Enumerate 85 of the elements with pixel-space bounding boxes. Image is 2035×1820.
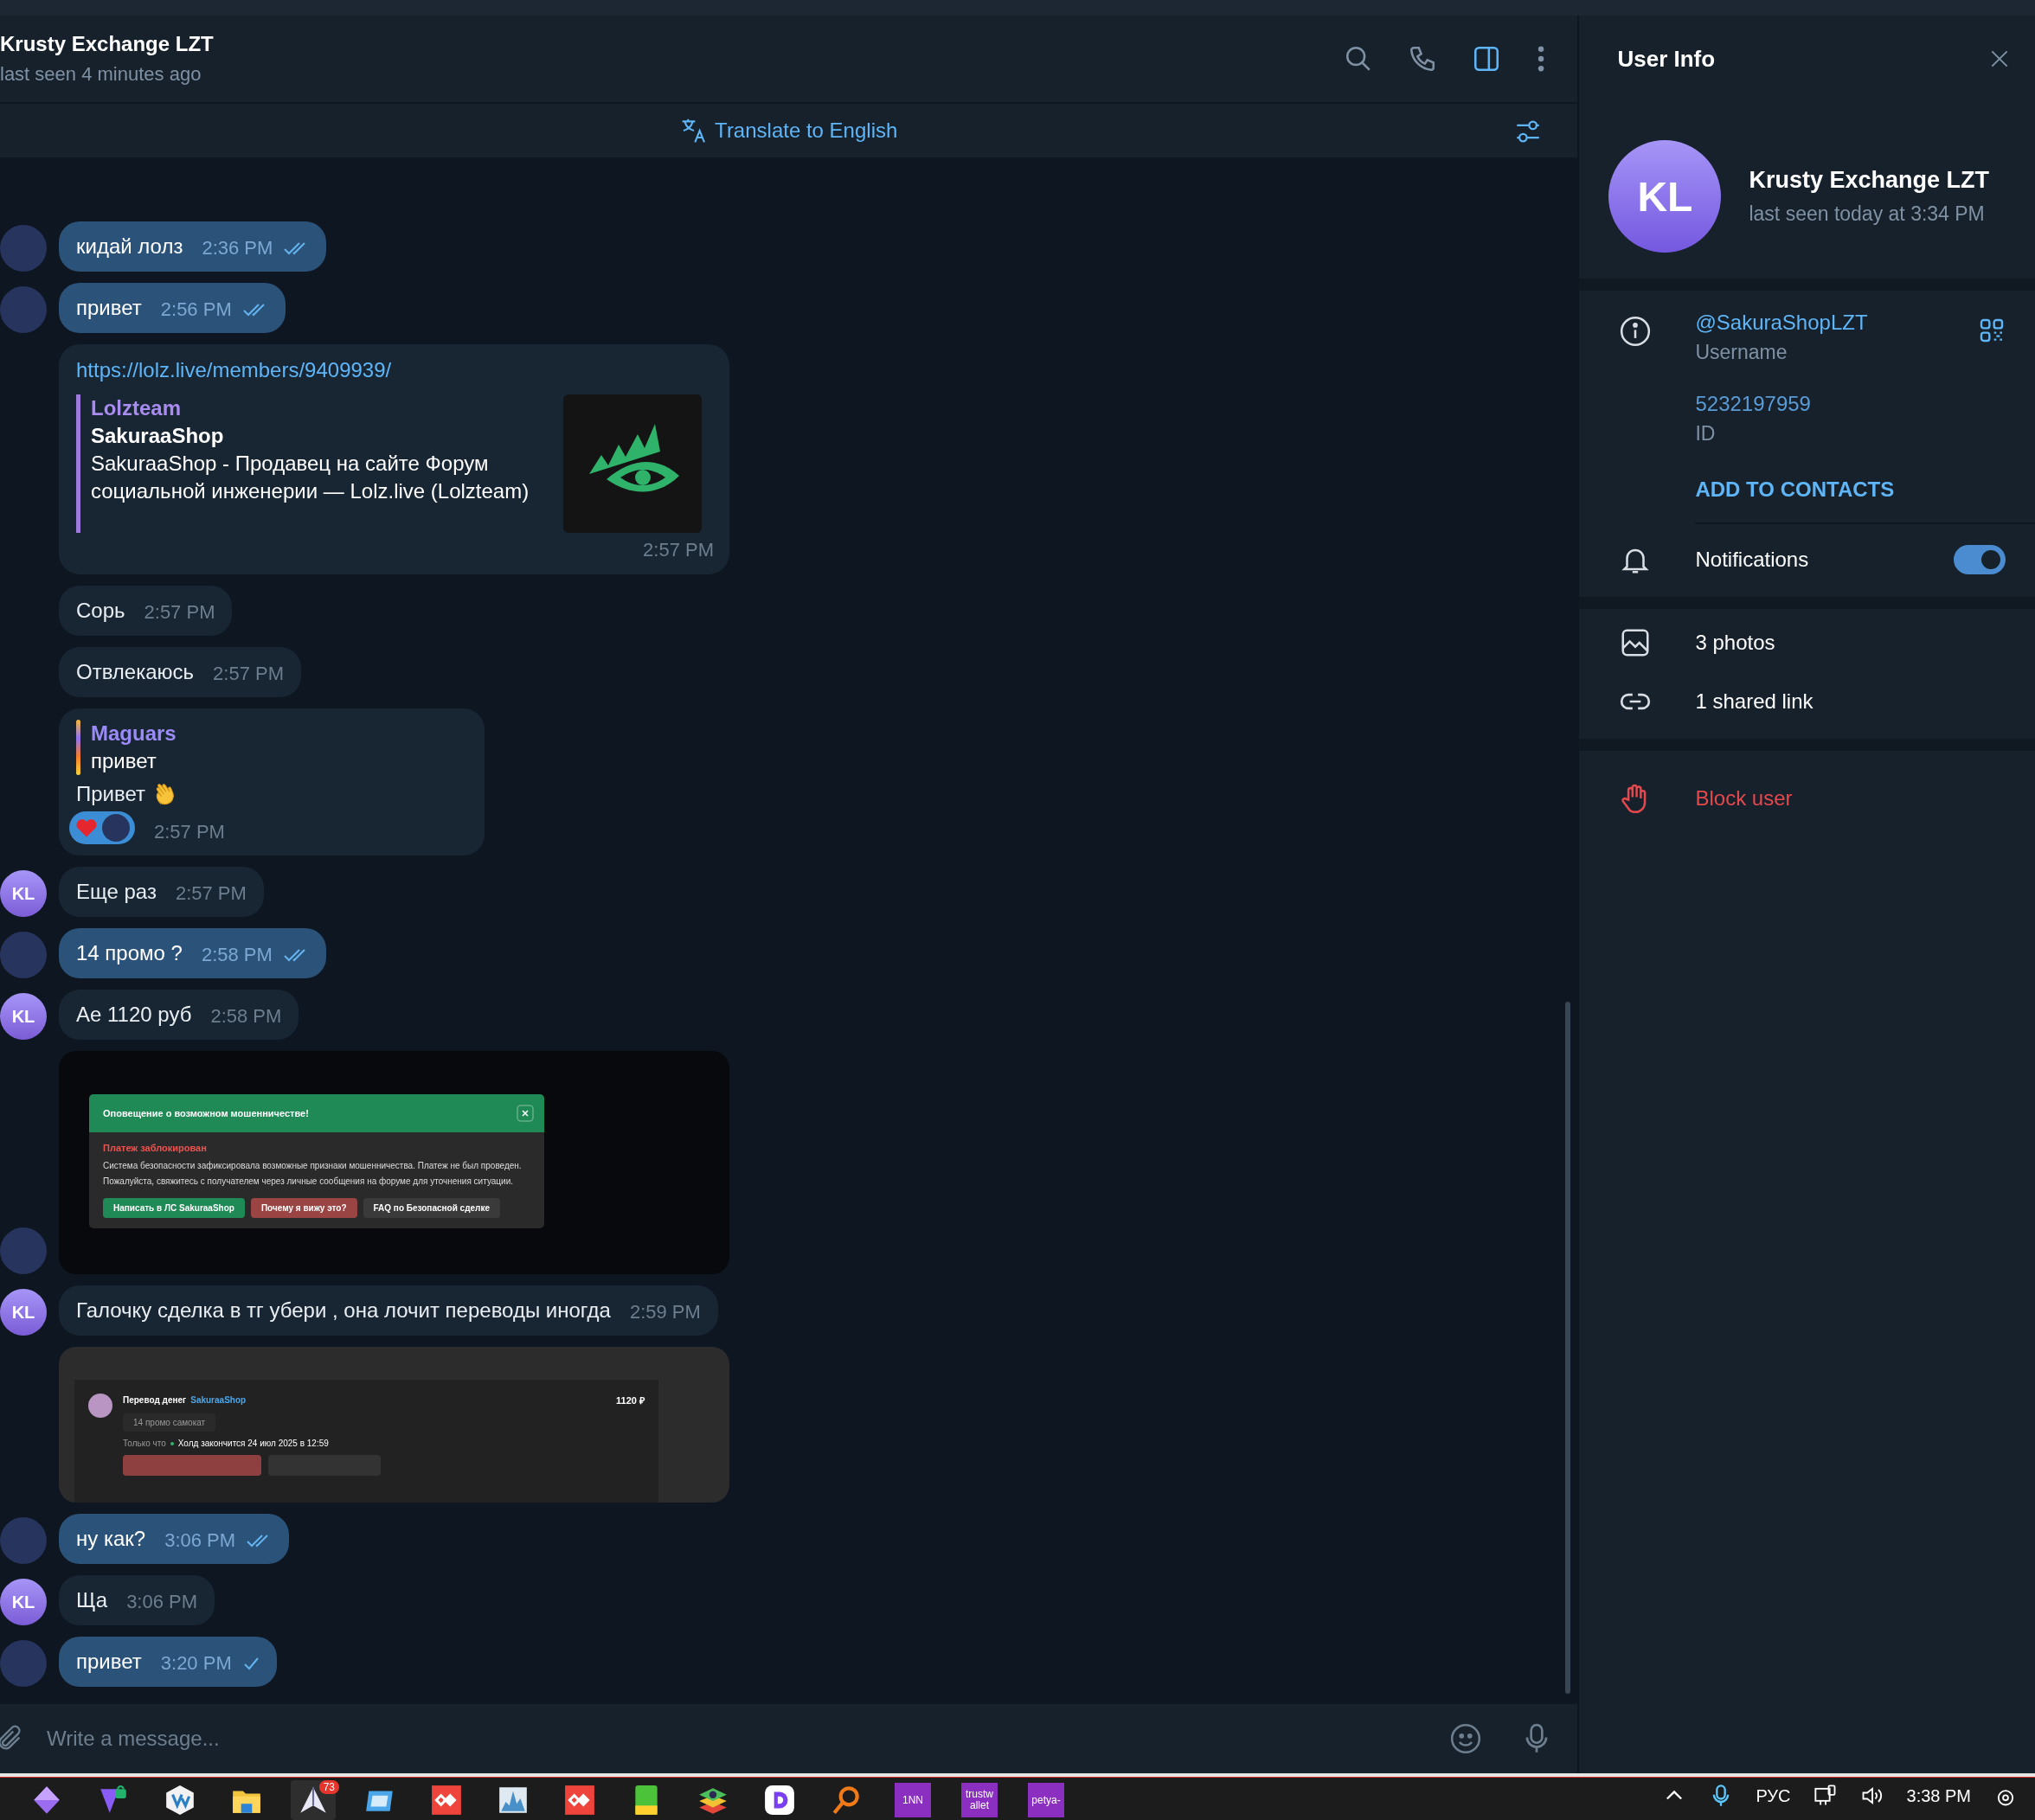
- username-link[interactable]: @SakuraShopLZT: [1695, 308, 1978, 337]
- alert-heading: Платеж заблокирован: [103, 1143, 208, 1153]
- message-composer[interactable]: Write a message...: [0, 1704, 1578, 1773]
- diamond-arrows-icon: [563, 1784, 596, 1817]
- message-time: 2:58 PM: [210, 1004, 282, 1029]
- notifications-toggle[interactable]: [1954, 545, 2006, 574]
- network-icon[interactable]: [1813, 1784, 1838, 1808]
- alert-title: Оповещение о возможном мошенничестве!: [103, 1108, 309, 1118]
- panel-title: User Info: [1617, 45, 1716, 73]
- message-text: Галочку сделка в тг убери , она лочит переводы иногда: [76, 1298, 611, 1323]
- message-time: 2:36 PM: [202, 236, 273, 260]
- add-to-contacts-button[interactable]: ADD TO CONTACTS: [1695, 477, 1978, 502]
- user-id[interactable]: 5232197959: [1695, 389, 1978, 419]
- message-time: 3:20 PM: [160, 1651, 232, 1676]
- message-time: 2:57 PM: [175, 881, 247, 906]
- message-time: 2:57 PM: [154, 820, 225, 844]
- screenshot-image[interactable]: [59, 1051, 729, 1274]
- notifications-label: Notifications: [1695, 548, 1810, 572]
- translate-button[interactable]: Translate to English: [680, 117, 898, 144]
- shared-media-item[interactable]: 1 shared link: [1695, 689, 1814, 714]
- scrollbar[interactable]: [1565, 1002, 1571, 1694]
- preview-title: SakuraaShop: [91, 423, 225, 449]
- message-text: ну как?: [76, 1526, 146, 1552]
- transfer-label: Перевод денег: [123, 1395, 187, 1405]
- message-text: кидай лолз: [76, 234, 183, 260]
- message-time: 2:56 PM: [160, 298, 232, 322]
- reaction-pill[interactable]: [69, 811, 135, 844]
- preview-site-name: Lolzteam: [91, 395, 182, 421]
- message-text: Еще раз: [76, 879, 157, 905]
- alert-text: Система безопасности зафиксировала возможные признаки мошенничества. Платеж не был проведен. Пожалуйста, свяжитесь с получателем через личные сообщения на форуме для уточнения ситуации.: [103, 1160, 523, 1188]
- dialog-button: FAQ по Безопасной сделке: [363, 1198, 500, 1218]
- contact-avatar: KL: [1608, 140, 1722, 253]
- diamond-arrows-icon: [430, 1784, 463, 1817]
- contact-status: last seen today at 3:34 PM: [1749, 202, 1986, 226]
- reply-author: Maguars: [91, 721, 177, 747]
- message-text: 14 промо ?: [76, 940, 183, 966]
- avatar-placeholder: [88, 1394, 112, 1418]
- transfer-tag: 14 промо самокат: [123, 1413, 216, 1432]
- transfer-amount: 1120 ₽: [616, 1394, 645, 1407]
- username-label: Username: [1695, 340, 1788, 365]
- hold-text: Холд закончится 24 июл 2025 в 12:59: [177, 1439, 329, 1448]
- contact-avatar: KL: [0, 993, 47, 1040]
- id-label: ID: [1695, 421, 1717, 446]
- message-text: Ае 1120 руб: [76, 1002, 192, 1028]
- message-link[interactable]: https://lolz.live/members/9409939/: [76, 356, 714, 384]
- message-text: Сорь: [76, 598, 125, 624]
- preview-description: SakuraaShop - Продавец на сайте Форум социальной инженерии — Lolz.live (Lolzteam): [91, 451, 530, 504]
- avatar-placeholder: [102, 814, 130, 842]
- dot-icon: [170, 1441, 174, 1445]
- notification-badge: 73: [318, 1780, 339, 1794]
- emoji-icon[interactable]: [1449, 1722, 1483, 1755]
- contact-avatar: KL: [0, 870, 47, 917]
- message-text: привет: [76, 295, 142, 321]
- shared-media-item[interactable]: 3 photos: [1695, 631, 1775, 655]
- dialog-button: Написать в ЛС SakuraaShop: [103, 1198, 245, 1218]
- transfer-time: Только что: [123, 1439, 166, 1448]
- message-text: привет: [76, 1649, 142, 1675]
- dialog-button: Почему я вижу это?: [250, 1198, 357, 1218]
- link-preview[interactable]: Lolzteam SakuraaShop SakuraaShop - Продавец на сайте Форум социальной инженерии — Lolz.live (Lolzteam): [76, 394, 714, 533]
- message-time: 2:57 PM: [144, 600, 215, 625]
- message-text: Ща: [76, 1587, 108, 1613]
- chat-title: Krusty Exchange LZT: [0, 32, 214, 56]
- language-indicator[interactable]: РУС: [1756, 1785, 1791, 1806]
- contact-avatar: KL: [0, 1579, 47, 1625]
- hexagon-logo-icon: [164, 1784, 196, 1817]
- clock-time[interactable]: 3:38 PM: [1906, 1785, 1971, 1806]
- recipient-link: SakuraaShop: [190, 1395, 247, 1405]
- message-time: 2:57 PM: [213, 662, 285, 686]
- message-text: Привет: [76, 781, 146, 807]
- reply-text: привет: [91, 748, 157, 774]
- contact-name: Krusty Exchange LZT: [1749, 167, 1989, 194]
- message-text: Отвлекаюсь: [76, 659, 195, 685]
- message-time: 2:58 PM: [201, 943, 273, 967]
- block-user-button[interactable]: Block user: [1695, 786, 1793, 811]
- qr-code-icon[interactable]: [1978, 317, 2006, 344]
- message-time: 3:06 PM: [164, 1528, 236, 1553]
- message-time: 3:06 PM: [126, 1590, 198, 1614]
- info-icon: [1619, 315, 1653, 348]
- message-input[interactable]: Write a message...: [45, 1712, 1412, 1766]
- message-time: 2:59 PM: [629, 1300, 701, 1324]
- message-time: 2:57 PM: [643, 538, 714, 562]
- screenshot-image[interactable]: Перевод денег SakuraaShop 1120 ₽ 14 промо самокат Только что Холд закончится 24 июл 2025 в 12:59: [59, 1347, 729, 1503]
- close-icon: [517, 1105, 534, 1122]
- chat-status: last seen 4 minutes ago: [0, 63, 202, 86]
- contact-avatar: KL: [0, 1289, 47, 1336]
